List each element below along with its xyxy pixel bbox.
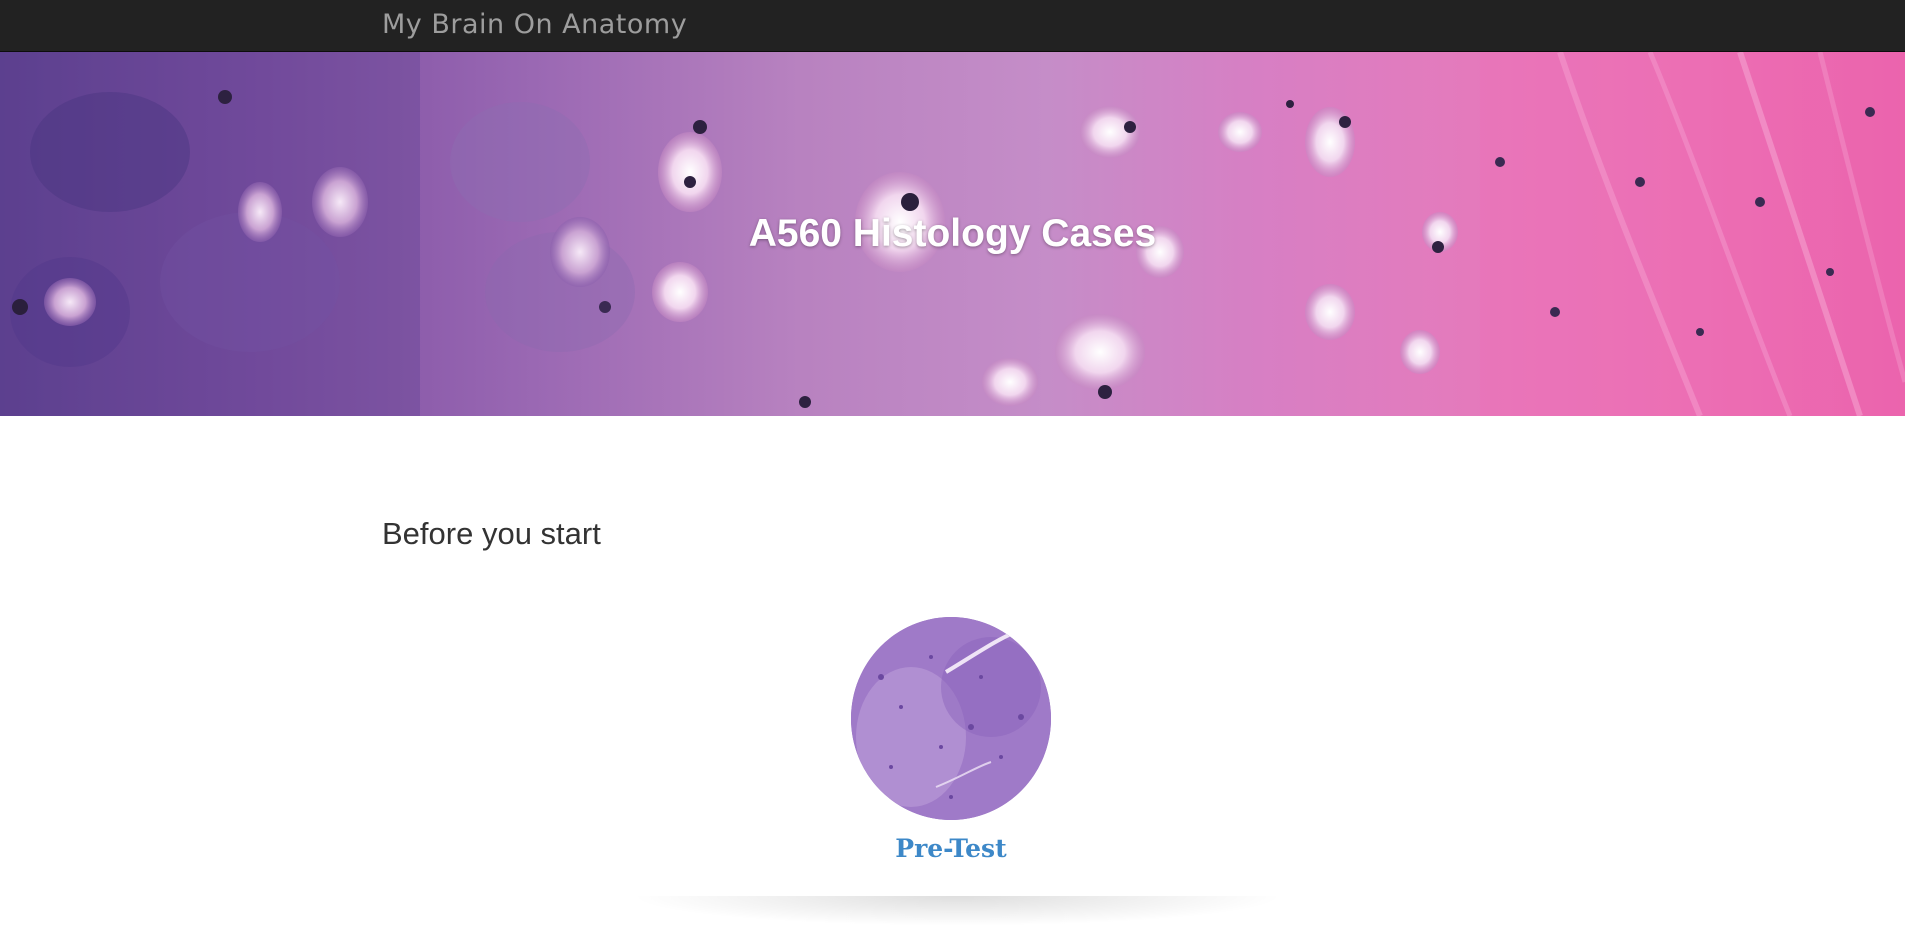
hero-banner: A560 Histology Cases [0,52,1905,416]
histology-thumbnail[interactable] [851,617,1051,820]
histology-thumbnail-image [851,617,1051,820]
pre-test-card[interactable]: Pre-Test [851,617,1051,863]
pre-test-link[interactable]: Pre-Test [851,834,1051,863]
top-navbar: My Brain On Anatomy [0,0,1905,52]
content-panel-shadow [630,896,1285,926]
hero-title: A560 Histology Cases [748,212,1157,255]
section-heading: Before you start [382,516,601,551]
brand-link[interactable]: My Brain On Anatomy [382,8,687,42]
